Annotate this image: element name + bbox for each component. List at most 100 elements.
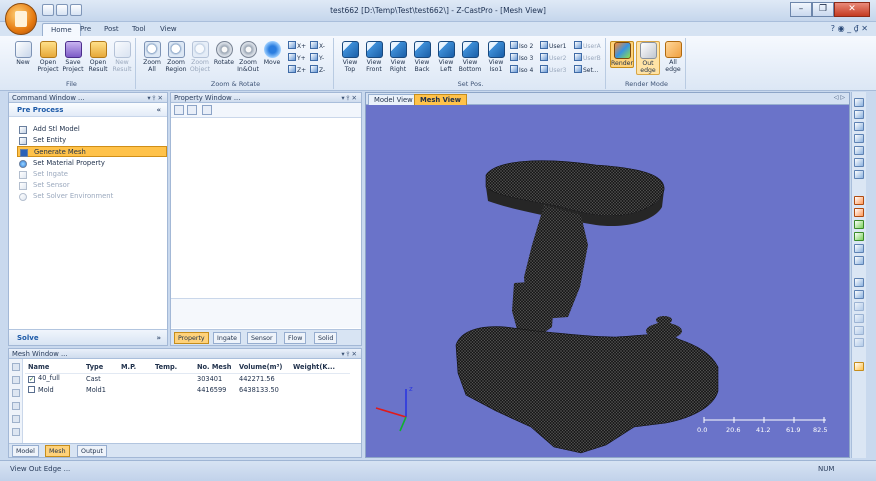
col-type[interactable]: Type: [83, 361, 118, 374]
col-weight[interactable]: Weight(K...: [290, 361, 350, 374]
open-result-button[interactable]: Open Result: [86, 41, 110, 73]
toolbar-tool-icon[interactable]: [854, 244, 864, 253]
categorized-icon[interactable]: [174, 105, 184, 115]
restore-button[interactable]: ❐: [812, 2, 834, 17]
user2-button[interactable]: User2: [540, 53, 567, 63]
pane-controls[interactable]: ▾ ⫯ ✕: [341, 349, 357, 359]
toolbar-view-icon[interactable]: [854, 170, 864, 179]
tab-model-view[interactable]: Model View: [368, 94, 419, 105]
zoom-object-button[interactable]: Zoom Object: [188, 41, 212, 73]
toolbar-tool-icon[interactable]: [854, 290, 864, 299]
move-button[interactable]: Move: [260, 41, 284, 66]
cmd-set-material-property[interactable]: Set Material Property: [17, 158, 167, 169]
alphabetical-icon[interactable]: [187, 105, 197, 115]
mesh-tool-icon[interactable]: [12, 415, 20, 423]
minimize-button[interactable]: –: [790, 2, 812, 17]
row-checkbox[interactable]: ✓: [28, 376, 35, 384]
pane-controls[interactable]: ▾ ⫯ ✕: [341, 93, 357, 103]
ribbon-controls[interactable]: ? ◉ _ ₫ ✕: [831, 24, 868, 33]
cmd-add-stl-model[interactable]: Add Stl Model: [17, 124, 167, 135]
iso4-button[interactable]: Iso 4: [510, 65, 533, 75]
rotate-y-minus[interactable]: Y-: [310, 53, 324, 63]
cmd-generate-mesh[interactable]: Generate Mesh: [17, 146, 167, 157]
cmd-set-entity[interactable]: Set Entity: [17, 135, 167, 146]
userb-button[interactable]: UserB: [574, 53, 601, 63]
toolbar-tool-icon[interactable]: [854, 338, 864, 347]
open-project-button[interactable]: Open Project: [36, 41, 60, 73]
view-bottom-button[interactable]: View Bottom: [458, 41, 482, 73]
tab-output[interactable]: Output: [77, 445, 107, 457]
toolbar-view-icon[interactable]: [854, 134, 864, 143]
table-row[interactable]: ✓ 40_full Cast 303401 442271.56: [25, 373, 350, 384]
row-checkbox[interactable]: [28, 385, 35, 393]
view-back-button[interactable]: View Back: [410, 41, 434, 73]
toolbar-tool-icon[interactable]: [854, 256, 864, 265]
solve-header[interactable]: Solve»: [9, 329, 167, 345]
toolbar-view-icon[interactable]: [854, 158, 864, 167]
tab-view[interactable]: View: [152, 23, 185, 36]
property-pages-icon[interactable]: [202, 105, 212, 115]
toolbar-tool-icon[interactable]: [854, 362, 864, 371]
tab-ingate[interactable]: Ingate: [213, 332, 242, 344]
toolbar-tool-icon[interactable]: [854, 326, 864, 335]
tab-tool[interactable]: Tool: [124, 23, 154, 36]
mesh-viewport[interactable]: Model View Mesh View ◁ ▷ z 0.0 20.6 41.2…: [365, 92, 850, 458]
tab-property[interactable]: Property: [174, 332, 209, 344]
rotate-z-minus[interactable]: Z-: [310, 65, 325, 75]
col-mp[interactable]: M.P.: [118, 361, 152, 374]
tab-scroll-arrows[interactable]: ◁ ▷: [834, 94, 845, 101]
pre-process-header[interactable]: Pre Process «: [9, 103, 167, 117]
pane-controls[interactable]: ▾ ⫯ ✕: [147, 93, 163, 103]
mesh-tool-icon[interactable]: [12, 402, 20, 410]
toolbar-tool-icon[interactable]: [854, 232, 864, 241]
cmd-set-solver-environment[interactable]: Set Solver Environment: [17, 191, 167, 202]
zoom-region-button[interactable]: Zoom Region: [164, 41, 188, 73]
view-top-button[interactable]: View Top: [338, 41, 362, 73]
toolbar-tool-icon[interactable]: [854, 278, 864, 287]
mesh-tool-icon[interactable]: [12, 363, 20, 371]
rotate-x-minus[interactable]: X-: [310, 41, 325, 51]
view-left-button[interactable]: View Left: [434, 41, 458, 73]
view-right-button[interactable]: View Right: [386, 41, 410, 73]
application-menu-button[interactable]: [5, 3, 37, 35]
render-button[interactable]: Render: [610, 41, 634, 68]
property-grid[interactable]: [171, 117, 361, 294]
tab-sensor[interactable]: Sensor: [247, 332, 277, 344]
new-button[interactable]: New: [11, 41, 35, 66]
tab-post[interactable]: Post: [96, 23, 127, 36]
collapse-icon[interactable]: «: [156, 103, 161, 117]
table-row[interactable]: Mold Mold1 4416599 6438133.50: [25, 384, 350, 395]
view-iso1-button[interactable]: View Iso1: [484, 41, 508, 73]
rotate-y-plus[interactable]: Y+: [288, 53, 306, 63]
out-edge-button[interactable]: Out edge: [636, 41, 660, 75]
toolbar-tool-icon[interactable]: [854, 314, 864, 323]
mesh-tool-icon[interactable]: [12, 376, 20, 384]
new-result-button[interactable]: New Result: [110, 41, 134, 73]
toolbar-tool-icon[interactable]: [854, 196, 864, 205]
rotate-button[interactable]: Rotate: [212, 41, 236, 66]
cmd-set-sensor[interactable]: Set Sensor: [17, 180, 167, 191]
zoom-in-out-button[interactable]: Zoom In&Out: [236, 41, 260, 73]
cmd-set-ingate[interactable]: Set Ingate: [17, 169, 167, 180]
tab-mesh[interactable]: Mesh: [45, 445, 70, 457]
iso2-button[interactable]: Iso 2: [510, 41, 533, 51]
iso3-button[interactable]: Iso 3: [510, 53, 533, 63]
toolbar-view-icon[interactable]: [854, 122, 864, 131]
toolbar-view-icon[interactable]: [854, 146, 864, 155]
col-temp[interactable]: Temp.: [152, 361, 194, 374]
toolbar-tool-icon[interactable]: [854, 220, 864, 229]
toolbar-tool-icon[interactable]: [854, 302, 864, 311]
toolbar-tool-icon[interactable]: [854, 208, 864, 217]
col-name[interactable]: Name: [25, 361, 83, 374]
toolbar-view-icon[interactable]: [854, 98, 864, 107]
tab-solid[interactable]: Solid: [314, 332, 338, 344]
col-volume[interactable]: Volume(m³): [236, 361, 290, 374]
user1-button[interactable]: User1: [540, 41, 567, 51]
rotate-x-plus[interactable]: X+: [288, 41, 306, 51]
mesh-tool-icon[interactable]: [12, 428, 20, 436]
tab-model[interactable]: Model: [12, 445, 39, 457]
view-front-button[interactable]: View Front: [362, 41, 386, 73]
tab-flow[interactable]: Flow: [284, 332, 307, 344]
rotate-z-plus[interactable]: Z+: [288, 65, 306, 75]
expand-icon[interactable]: »: [156, 330, 161, 346]
